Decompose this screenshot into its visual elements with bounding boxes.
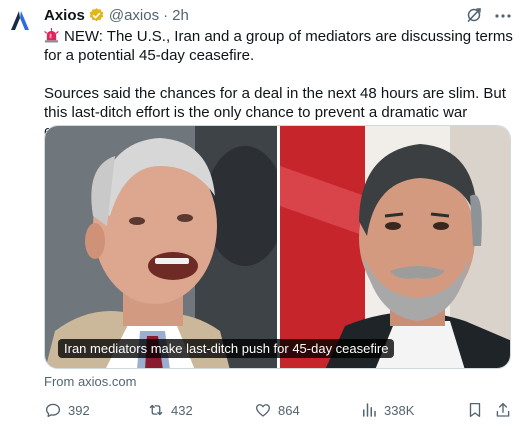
axios-logo-icon[interactable] <box>8 8 32 32</box>
media-caption: Iran mediators make last-ditch push for … <box>58 339 395 358</box>
source-link[interactable]: From axios.com <box>44 374 136 389</box>
link-card-image[interactable]: Iran mediators make last-ditch push for … <box>44 125 511 369</box>
siren-emoji-icon <box>44 28 59 43</box>
tweet[interactable]: Axios @axios · 2h NEW: The U.S., Iran an… <box>0 0 523 430</box>
share-icon <box>496 402 510 417</box>
views-count: 338K <box>384 402 415 418</box>
heart-icon <box>255 404 271 417</box>
action-bar: 392 432 864 338K <box>44 400 514 420</box>
author-name[interactable]: Axios <box>44 7 85 24</box>
more-icon[interactable] <box>494 8 512 24</box>
views-chart-icon <box>363 403 376 417</box>
reply-button[interactable]: 392 <box>44 400 90 420</box>
repost-button[interactable]: 432 <box>147 400 193 420</box>
reply-icon <box>45 403 61 418</box>
author-handle[interactable]: @axios <box>109 7 159 24</box>
post-time[interactable]: 2h <box>172 7 189 24</box>
like-count: 864 <box>278 402 300 418</box>
verified-badge-icon[interactable] <box>88 7 105 24</box>
share-button[interactable] <box>494 400 512 420</box>
bookmark-button[interactable] <box>466 400 484 420</box>
reply-count: 392 <box>68 402 90 418</box>
like-button[interactable]: 864 <box>254 400 300 420</box>
repost-count: 432 <box>171 402 193 418</box>
views-button[interactable]: 338K <box>360 400 414 420</box>
paragraph-1-text: NEW: The U.S., Iran and a group of media… <box>44 28 513 64</box>
repost-icon <box>149 404 163 416</box>
article-photo <box>45 126 510 368</box>
separator-dot: · <box>163 6 169 24</box>
grok-icon[interactable] <box>466 7 482 23</box>
tweet-text: NEW: The U.S., Iran and a group of media… <box>44 27 514 141</box>
tweet-header: Axios @axios · 2h <box>44 5 189 25</box>
tweet-paragraph-1: NEW: The U.S., Iran and a group of media… <box>44 27 514 65</box>
bookmark-icon <box>469 402 481 418</box>
